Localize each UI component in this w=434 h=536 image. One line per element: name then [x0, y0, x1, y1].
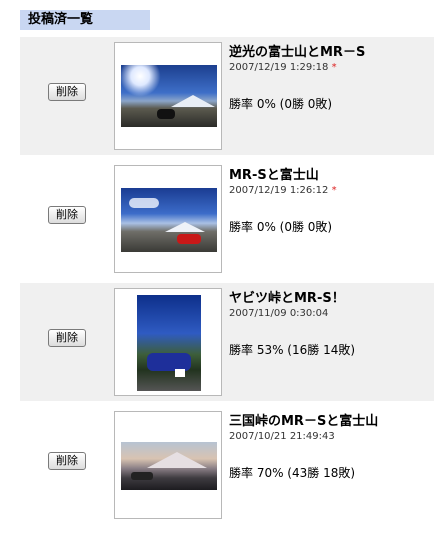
post-title[interactable]: 三国峠のMR－Sと富士山	[229, 410, 378, 429]
win-rate: 勝率 0% (0勝 0敗)	[229, 220, 333, 234]
post-thumbnail[interactable]	[114, 411, 222, 519]
post-date-text: 2007/11/09 0:30:04	[229, 308, 329, 319]
post-photo	[121, 188, 217, 252]
post-photo	[121, 442, 217, 490]
new-marker: *	[331, 185, 337, 196]
post-date: 2007/10/21 21:49:43	[229, 431, 335, 442]
post-row: 削除 MR-Sと富士山 2007/12/19 1:26:12 * 勝率 0% (…	[20, 160, 434, 278]
delete-button[interactable]: 削除	[48, 329, 86, 347]
win-rate: 勝率 53% (16勝 14敗)	[229, 343, 356, 357]
post-date: 2007/11/09 0:30:04	[229, 308, 328, 319]
post-row: 削除 ヤビツ峠とMR-S！ 2007/11/09 0:30:04 勝率 53% …	[20, 283, 434, 401]
win-rate: 勝率 0% (0勝 0敗)	[229, 97, 333, 111]
delete-button[interactable]: 削除	[48, 83, 86, 101]
delete-button[interactable]: 削除	[48, 452, 86, 470]
post-row: 削除 三国峠のMR－Sと富士山 2007/10/21 21:49:43 勝率 7…	[20, 406, 434, 524]
post-date: 2007/12/19 1:26:12 *	[229, 185, 337, 196]
win-rate: 勝率 70% (43勝 18敗)	[229, 466, 356, 480]
post-row: 削除 逆光の富士山とMR－S 2007/12/19 1:29:18 * 勝率 0…	[20, 37, 434, 155]
post-photo	[137, 295, 201, 391]
delete-button[interactable]: 削除	[48, 206, 86, 224]
post-photo	[121, 65, 217, 127]
post-thumbnail[interactable]	[114, 42, 222, 150]
post-title[interactable]: ヤビツ峠とMR-S！	[229, 287, 345, 306]
post-title[interactable]: 逆光の富士山とMR－S	[229, 41, 365, 60]
new-marker: *	[331, 62, 337, 73]
post-date-text: 2007/12/19 1:26:12	[229, 185, 329, 196]
post-thumbnail[interactable]	[114, 165, 222, 273]
post-date-text: 2007/12/19 1:29:18	[229, 62, 329, 73]
page-title: 投稿済一覧	[20, 10, 150, 30]
post-thumbnail[interactable]	[114, 288, 222, 396]
post-title[interactable]: MR-Sと富士山	[229, 164, 319, 183]
post-date: 2007/12/19 1:29:18 *	[229, 62, 337, 73]
post-date-text: 2007/10/21 21:49:43	[229, 431, 335, 442]
